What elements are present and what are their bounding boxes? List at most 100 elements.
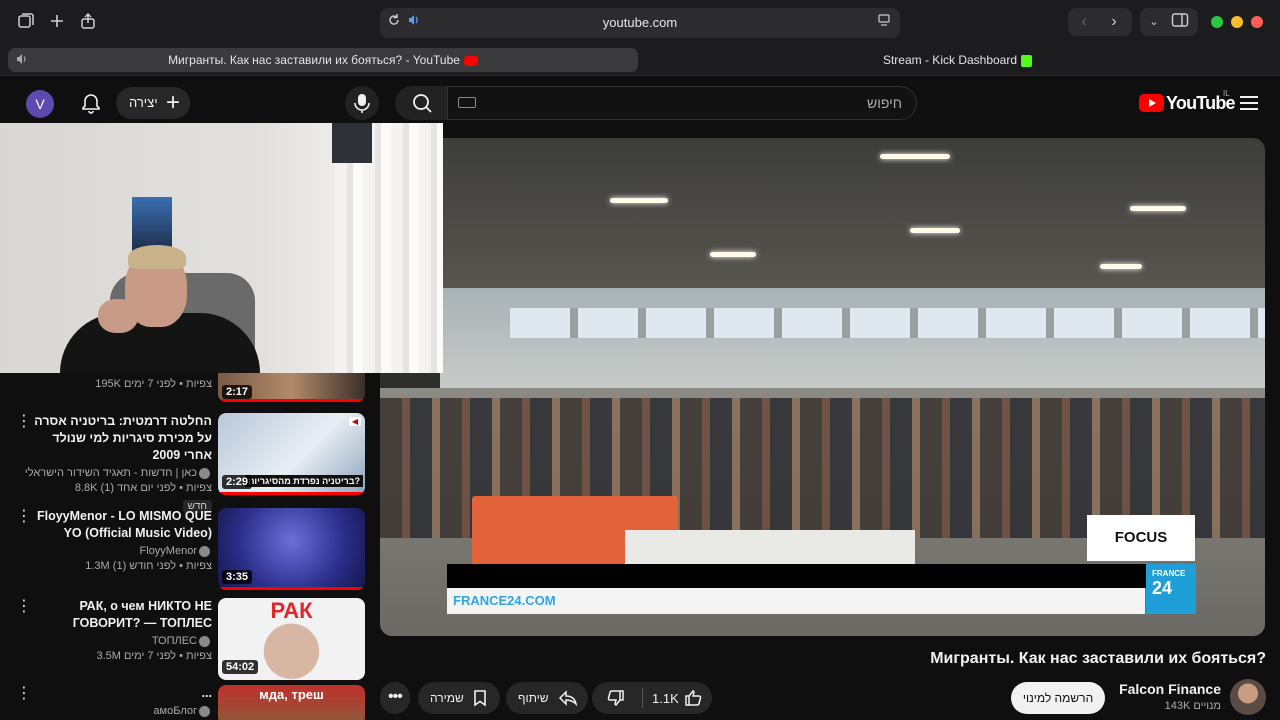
focus-overlay: FOCUS bbox=[1087, 515, 1195, 561]
france24-logo: FRANCE 24 bbox=[1146, 564, 1196, 614]
webcam-person-hand bbox=[98, 299, 138, 333]
news-logo-icon: ◀ bbox=[348, 417, 361, 426]
verified-icon bbox=[199, 467, 210, 479]
close-window-button[interactable] bbox=[1251, 16, 1263, 28]
divider bbox=[642, 688, 643, 708]
forward-icon[interactable]: › bbox=[1104, 12, 1124, 32]
create-button[interactable]: יצירה + bbox=[116, 87, 190, 119]
more-dots-icon: ••• bbox=[388, 688, 403, 705]
nav-buttons: ‹ › bbox=[1068, 8, 1132, 36]
sidebar-toggle-group: ⌄ bbox=[1140, 8, 1198, 36]
duration-badge: 54:02 bbox=[222, 660, 259, 674]
channel-subscribers: 143K מנויים bbox=[1164, 700, 1221, 712]
ticker-url: FRANCE24.COM bbox=[453, 593, 556, 608]
save-label: שמירה bbox=[430, 691, 464, 705]
voice-search-button[interactable] bbox=[345, 86, 379, 120]
related-meta: 8.8K צפיות • לפני יום אחד (1) bbox=[74, 482, 212, 494]
related-thumbnail[interactable]: 3:35 bbox=[218, 508, 365, 590]
france24-logo-line1: FRANCE bbox=[1152, 569, 1186, 578]
video-player[interactable]: FOCUS FRANCE24.COM FRANCE 24 bbox=[380, 138, 1265, 636]
more-actions-button[interactable]: ••• bbox=[380, 682, 410, 714]
search-icon bbox=[413, 94, 432, 113]
account-avatar[interactable]: V bbox=[26, 90, 54, 118]
sidebar-icon[interactable] bbox=[1170, 12, 1190, 32]
tab-title: Мигранты. Как нас заставили их бояться? … bbox=[168, 53, 460, 67]
keyboard-icon[interactable] bbox=[458, 97, 476, 108]
dislike-icon[interactable] bbox=[606, 688, 626, 708]
youtube-favicon-icon bbox=[463, 55, 478, 66]
verified-icon bbox=[199, 635, 210, 647]
url-text: youtube.com bbox=[602, 15, 678, 30]
related-title: החלטה דרמטית: בריטניה אסרה על מכירת סיגר… bbox=[34, 414, 212, 462]
related-title: FloyyMenor - LO MISMO QUE YO (Official M… bbox=[36, 509, 212, 540]
related-meta: 195K צפיות • לפני 7 ימים bbox=[95, 378, 212, 390]
webcam-person-hair bbox=[128, 245, 186, 269]
address-bar[interactable]: youtube.com bbox=[380, 8, 900, 38]
watched-progress bbox=[218, 587, 365, 590]
share-icon[interactable] bbox=[78, 12, 98, 32]
tab-bar: Мигранты. Как нас заставили их бояться? … bbox=[0, 44, 1280, 76]
ceiling-light bbox=[1100, 264, 1142, 269]
youtube-header: V יצירה + חיפוש YouTube IL bbox=[0, 76, 1280, 130]
video-frame-wall bbox=[440, 288, 1265, 388]
search-button[interactable] bbox=[395, 86, 447, 120]
minimize-window-button[interactable] bbox=[1231, 16, 1243, 28]
ceiling-light bbox=[710, 252, 756, 257]
create-label: יצירה bbox=[129, 95, 158, 110]
watched-progress bbox=[218, 492, 365, 495]
menu-icon[interactable] bbox=[1240, 96, 1258, 110]
like-icon[interactable] bbox=[683, 688, 703, 708]
notifications-bell-icon[interactable] bbox=[80, 92, 102, 114]
save-button[interactable]: שמירה bbox=[418, 682, 500, 714]
back-icon[interactable]: ‹ bbox=[1074, 12, 1094, 32]
video-actions: ••• שמירה שיתוף 1.1K bbox=[380, 682, 720, 714]
youtube-logo[interactable]: YouTube IL bbox=[1139, 89, 1236, 115]
share-label: שיתוף bbox=[518, 691, 549, 705]
related-channel: FloyyMenor bbox=[139, 545, 197, 557]
ceiling-light bbox=[610, 198, 668, 203]
webcam-speaker bbox=[332, 123, 372, 163]
related-meta: 1.3M צפיות • לפני חודש (1) bbox=[85, 560, 212, 572]
tab-youtube[interactable]: Мигранты. Как нас заставили их бояться? … bbox=[8, 48, 638, 72]
france24-logo-line2: 24 bbox=[1152, 578, 1173, 598]
bookmark-icon bbox=[470, 688, 490, 708]
channel-avatar[interactable] bbox=[1230, 679, 1266, 715]
ceiling-light bbox=[910, 228, 960, 233]
tab-title: Stream - Kick Dashboard bbox=[882, 53, 1018, 67]
new-tab-icon[interactable] bbox=[47, 12, 67, 32]
subscribe-button[interactable]: הרשמה למינוי bbox=[1011, 682, 1105, 714]
kick-favicon-icon bbox=[1021, 54, 1033, 67]
related-thumbnail[interactable]: 2:17 bbox=[218, 373, 365, 402]
channel-name[interactable]: Falcon Finance bbox=[1110, 681, 1221, 697]
plus-icon: + bbox=[165, 89, 180, 116]
watched-progress bbox=[218, 399, 365, 402]
related-thumbnail[interactable]: РАК 54:02 bbox=[218, 598, 365, 680]
like-count[interactable]: 1.1K bbox=[652, 691, 679, 706]
verified-icon bbox=[199, 545, 210, 557]
related-thumbnail[interactable]: ◀ בריטניה נפרדת מהסיגריות? 2:29 bbox=[218, 413, 365, 495]
chevron-down-icon[interactable]: ⌄ bbox=[1144, 12, 1164, 32]
webcam-overlay bbox=[0, 123, 443, 373]
ceiling-light bbox=[880, 154, 950, 159]
ceiling-light bbox=[1130, 206, 1186, 211]
youtube-play-icon bbox=[1139, 94, 1164, 112]
like-dislike-group: 1.1K bbox=[592, 682, 712, 714]
tab-overview-icon[interactable] bbox=[16, 12, 36, 32]
related-videos: 195K צפיות • לפני 7 ימים 2:17 ⋮ החלטה דר… bbox=[0, 373, 378, 720]
tab-kick-dashboard[interactable]: Stream - Kick Dashboard bbox=[645, 48, 1270, 72]
related-thumbnail[interactable]: мда, треш bbox=[218, 685, 365, 720]
thumbnail-caption: мда, треш bbox=[259, 687, 324, 702]
reader-icon[interactable] bbox=[874, 13, 894, 33]
video-title: Мигранты. Как нас заставили их бояться? bbox=[930, 650, 1266, 667]
related-meta: 3.5M צפיות • לפני 7 ימים bbox=[96, 650, 213, 662]
related-channel: амоБлог bbox=[153, 705, 197, 717]
country-code: IL bbox=[1223, 89, 1230, 98]
duration-badge: 2:17 bbox=[222, 385, 253, 399]
news-ticker-top bbox=[447, 564, 1147, 588]
related-channel: ТОПЛЕС bbox=[151, 635, 197, 647]
share-arrow-icon bbox=[558, 688, 578, 708]
maximize-window-button[interactable] bbox=[1211, 16, 1223, 28]
microphone-icon bbox=[354, 94, 370, 113]
search-input[interactable]: חיפוש bbox=[447, 86, 917, 120]
share-button[interactable]: שיתוף bbox=[506, 682, 588, 714]
